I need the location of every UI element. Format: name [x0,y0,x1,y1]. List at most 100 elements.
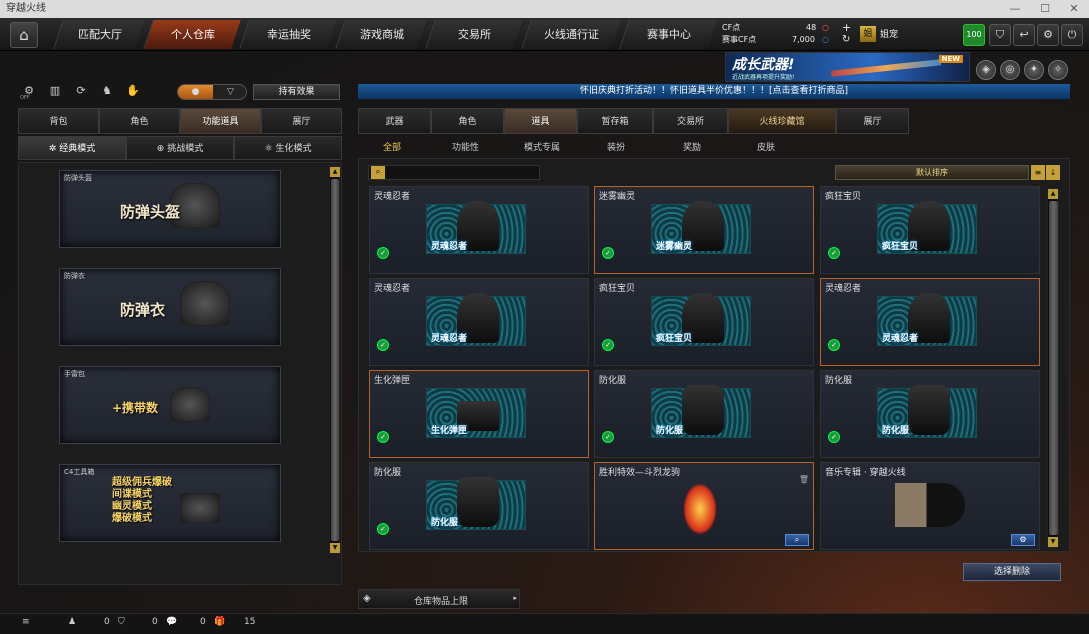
subtab-mode[interactable]: 模式专属 [524,140,560,153]
rtab-hall[interactable]: 展厅 [836,108,909,134]
zoom-button[interactable]: ⌕ [785,534,809,546]
item-card[interactable]: 生化弹匣 生化弹匣 ✓ [369,370,589,458]
item-card[interactable]: 迷雾幽灵 迷雾幽灵 ✓ [594,186,814,274]
item-vest[interactable]: 防弹衣 防弹衣 [59,268,281,346]
tab-hall[interactable]: 展厅 [261,108,342,134]
rtab-temp-box[interactable]: 暂存箱 [577,108,653,134]
level-badge[interactable]: 100 [963,24,985,46]
tab-func-items[interactable]: 功能道具 [180,108,261,134]
item-card[interactable]: 防化服 防化服 ✓ [594,370,814,458]
item-card[interactable]: 疯狂宝贝 疯狂宝贝 ✓ [820,186,1040,274]
right-scroll-thumb[interactable] [1049,201,1058,535]
storage-limit-bar[interactable]: ◈ 仓库物品上限 ▸ [358,589,520,609]
right-scrollbar[interactable]: ▲ ▼ [1047,188,1059,548]
rtab-trade[interactable]: 交易所 [653,108,728,134]
badge-icon-2[interactable]: ◎ [1000,60,1020,80]
rtab-collection[interactable]: 火线珍藏馆 [728,108,836,134]
rtab-items[interactable]: 道具 [504,108,577,134]
mode-classic[interactable]: ✲ 经典模式 [18,136,126,160]
add-cf-button[interactable]: + [842,22,851,34]
clan-icon[interactable]: ⛉ [118,617,125,627]
figure-icon[interactable]: ♞ [98,84,116,100]
toggle-b[interactable]: ▽ [213,85,246,99]
maximize-button[interactable]: ☐ [1030,0,1060,18]
item-card[interactable]: 疯狂宝贝 疯狂宝贝 ✓ [594,278,814,366]
list-view-icon[interactable]: ≡ [1031,165,1045,180]
mode-zombie[interactable]: ⚛ 生化模式 [234,136,342,160]
item-image: 灵魂忍者 [426,201,526,254]
user-avatar[interactable]: 姐 [860,26,876,42]
sort-order-icon[interactable]: ↓ [1046,165,1060,180]
subtab-functional[interactable]: 功能性 [452,140,479,153]
item-c4-kit[interactable]: C4工具箱 超级佣兵爆破 间谍模式 幽灵模式 爆破模式 [59,464,281,542]
toggle-a[interactable]: ● [178,85,213,99]
tab-bag[interactable]: 背包 [18,108,99,134]
item-card[interactable]: 灵魂忍者 灵魂忍者 ✓ [369,278,589,366]
nav-tab-pass[interactable]: 火线通行证 [521,20,621,49]
scroll-down-icon[interactable]: ▼ [1048,537,1058,547]
subtab-dress[interactable]: 装扮 [607,140,625,153]
hand-icon[interactable]: ✋ [124,84,142,100]
item-card[interactable]: 防化服 防化服 ✓ [820,370,1040,458]
view-toggle[interactable]: ● ▽ [177,84,247,100]
left-scrollbar[interactable]: ▲ ▼ [329,166,340,554]
subtab-all[interactable]: 全部 [383,140,401,153]
announcement-ticker[interactable]: 怀旧庆典打折活动！！怀旧道具半价优惠！！！[点击查看打折商品] [358,84,1070,99]
ct-label: 赛事CF点 [722,35,757,44]
refresh-icon[interactable]: ↻ [842,34,850,46]
item-helmet[interactable]: 防弹头盔 防弹头盔 [59,170,281,248]
badge-icon-4[interactable]: ✧ [1048,60,1068,80]
power-button[interactable]: ⏻ [1061,24,1083,46]
scroll-up-icon[interactable]: ▲ [1048,189,1058,199]
nav-tab-events[interactable]: 赛事中心 [619,20,717,49]
nav-tab-trade[interactable]: 交易所 [425,20,523,49]
item-card[interactable]: 灵魂忍者 灵魂忍者 ✓ [820,278,1040,366]
clan-count: 0 [152,617,158,627]
close-window-button[interactable]: ✕ [1059,0,1089,18]
card-label: 疯狂宝贝 [656,334,693,344]
menu-icon[interactable]: ≡ [22,617,30,627]
promo-banner[interactable]: 成长武器! 近战武器再项提升奖励! NEW [725,52,970,82]
sort-dropdown[interactable]: 默认排序 [835,165,1029,180]
scroll-up-icon[interactable]: ▲ [330,167,340,177]
item-card[interactable]: 灵魂忍者 灵魂忍者 ✓ [369,186,589,274]
ct-coin-icon: ○ [822,35,829,44]
item-card[interactable]: 胜利特效—斗烈龙驹 🗑 ⌕ [594,462,814,550]
user-name[interactable]: 姐宠 [880,29,898,41]
card-label: 灵魂忍者 [431,242,468,252]
tab-role[interactable]: 角色 [99,108,180,134]
nav-tab-match[interactable]: 匹配大厅 [53,20,145,49]
mode-challenge[interactable]: ⊕ 挑战模式 [126,136,234,160]
status-icon: ✓ [828,431,840,443]
item-grenade-pack[interactable]: 手雷包 +携带数 [59,366,281,444]
friends-icon[interactable]: ♟ [68,617,76,627]
nav-tab-lottery[interactable]: 幸运抽奖 [239,20,337,49]
rtab-weapon[interactable]: 武器 [358,108,431,134]
owned-effects-button[interactable]: 持有效果 [253,84,340,100]
stats-icon[interactable]: ▥ [46,84,64,100]
trash-icon[interactable]: 🗑 [799,475,809,484]
item-card[interactable]: 防化服 防化服 ✓ [369,462,589,550]
home-button[interactable]: ⌂ [10,22,38,48]
rank-button[interactable]: ⛉ [989,24,1011,46]
settings-button[interactable]: ⚙ [1037,24,1059,46]
scroll-down-icon[interactable]: ▼ [330,543,340,553]
left-scroll-thumb[interactable] [331,179,339,541]
batch-delete-button[interactable]: 选择删除 [963,563,1061,581]
rotate-icon[interactable]: ⟳ [72,84,90,100]
subtab-skin[interactable]: 皮肤 [757,140,775,153]
nav-tab-shop[interactable]: 游戏商城 [335,20,427,49]
subtab-reward[interactable]: 奖励 [683,140,701,153]
item-card[interactable]: 音乐专辑 · 穿越火线 ⚙ [820,462,1040,550]
minimize-button[interactable]: — [1000,0,1030,18]
return-button[interactable]: ↩ [1013,24,1035,46]
rtab-role[interactable]: 角色 [431,108,504,134]
nav-tab-storage[interactable]: 个人仓库 [143,20,241,49]
search-input[interactable]: ⌕ [368,165,540,180]
item-image: 防化服 [426,477,526,530]
badge-icon-3[interactable]: ✦ [1024,60,1044,80]
settings-icon[interactable]: ⚙ [1011,534,1035,546]
gift-icon[interactable]: 🎁 [214,617,225,627]
badge-icon-1[interactable]: ◈ [976,60,996,80]
chat-icon[interactable]: 💬 [166,617,177,627]
